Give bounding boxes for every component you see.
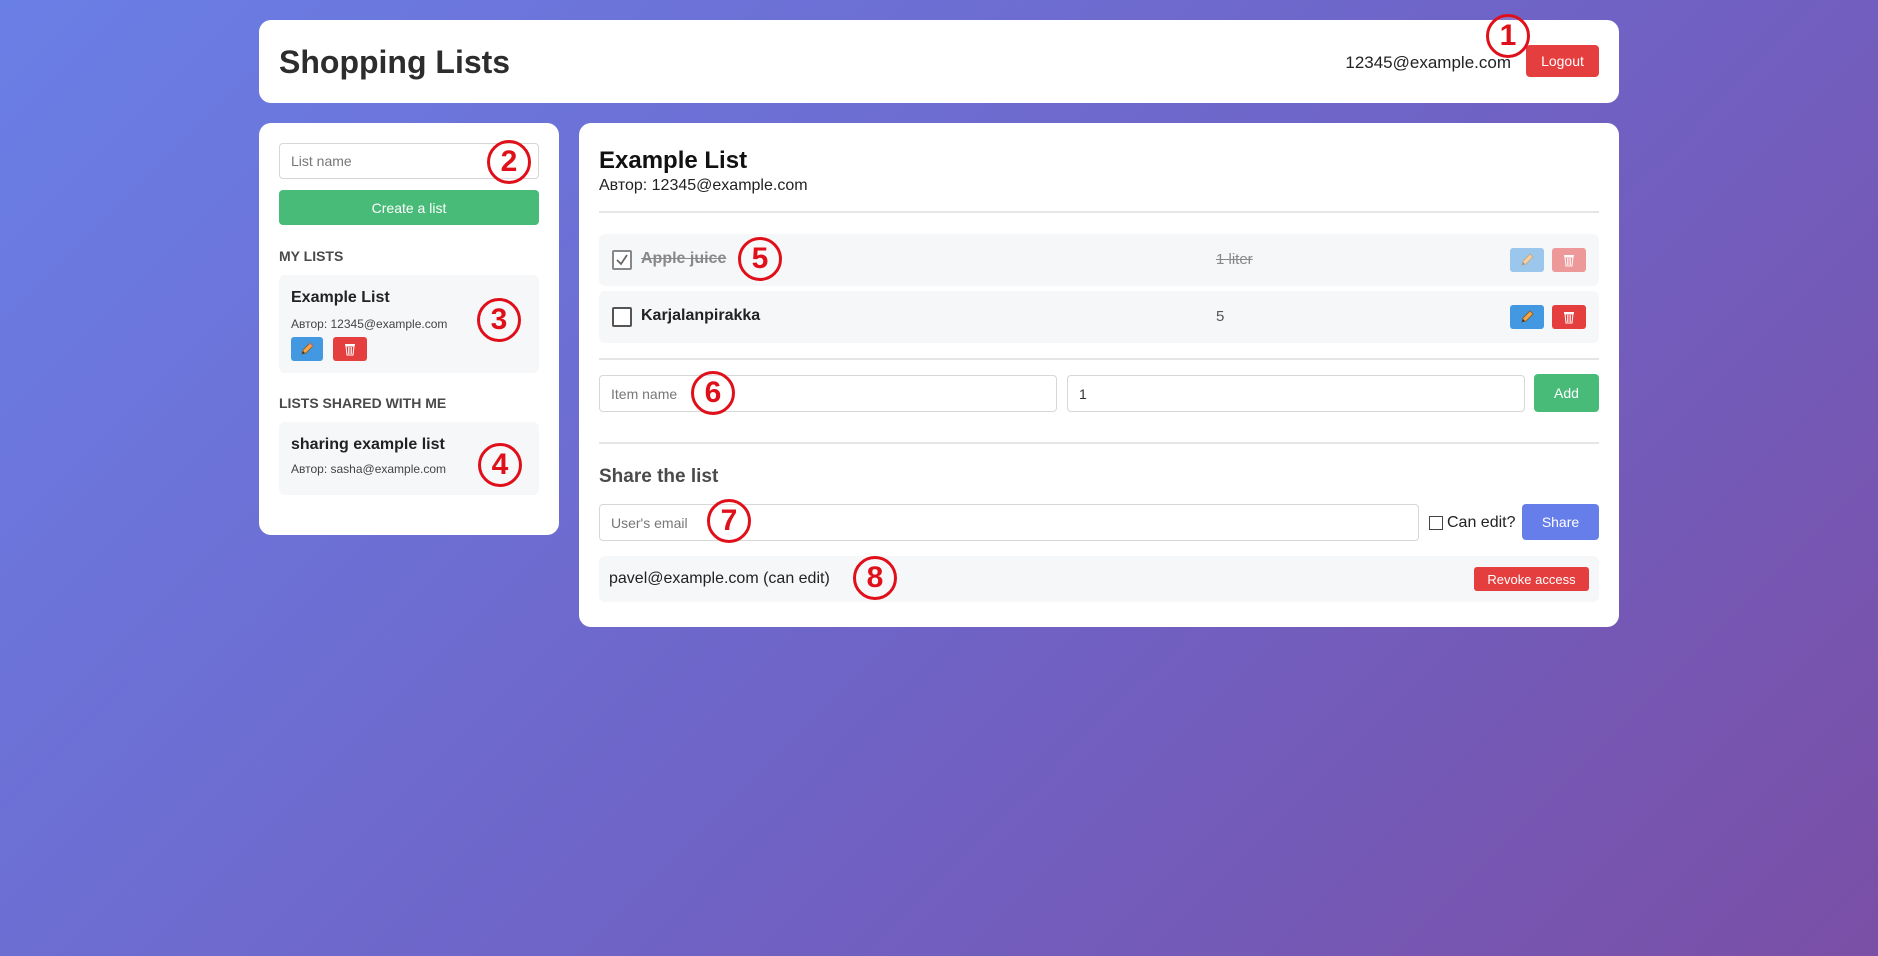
share-button[interactable]: Share (1522, 504, 1599, 540)
shared-lists-heading: LISTS SHARED WITH ME (279, 395, 447, 411)
delete-item-button[interactable] (1552, 248, 1586, 272)
checkmark-icon (616, 254, 628, 266)
delete-list-button[interactable] (333, 337, 367, 361)
item-name: Karjalanpirakka (641, 307, 761, 324)
can-edit-checkbox[interactable] (1429, 516, 1443, 530)
annotation-marker: 1 (1486, 14, 1530, 58)
logout-button[interactable]: Logout (1526, 45, 1599, 77)
list-detail-card: Example List Автор: 12345@example.com Ap… (579, 123, 1619, 627)
trash-icon (1564, 312, 1574, 324)
list-card-name: sharing example list (291, 436, 445, 453)
divider (599, 442, 1599, 444)
annotation-marker: 3 (477, 298, 521, 342)
create-list-button[interactable]: Create a list (279, 190, 539, 225)
item-checkbox[interactable] (612, 307, 632, 327)
edit-item-button[interactable] (1510, 305, 1544, 329)
item-checkbox[interactable] (612, 250, 632, 270)
item-quantity: 1 liter (1216, 251, 1253, 268)
list-card-author: Автор: 12345@example.com (291, 317, 448, 331)
list-author: Автор: 12345@example.com (599, 177, 808, 194)
my-lists-heading: MY LISTS (279, 248, 344, 264)
item-name-input[interactable] (599, 375, 1057, 412)
list-card-author: Автор: sasha@example.com (291, 462, 447, 476)
annotation-marker: 6 (691, 371, 735, 415)
shared-user-text: pavel@example.com (can edit) (609, 570, 830, 587)
app-title: Shopping Lists (279, 44, 511, 80)
item-quantity-input[interactable] (1067, 375, 1525, 412)
trash-icon (1564, 255, 1574, 267)
item-quantity: 5 (1216, 308, 1225, 325)
revoke-access-button[interactable]: Revoke access (1474, 567, 1589, 591)
annotation-marker: 5 (738, 237, 782, 281)
item-row: Karjalanpirakka 5 (599, 291, 1599, 343)
item-name: Apple juice (641, 250, 727, 267)
edit-item-button[interactable] (1510, 248, 1544, 272)
edit-list-button[interactable] (291, 337, 323, 361)
delete-item-button[interactable] (1552, 305, 1586, 329)
share-heading: Share the list (599, 466, 719, 487)
current-user-email: 12345@example.com (1345, 53, 1511, 72)
annotation-marker: 4 (478, 443, 522, 487)
pencil-icon (1521, 253, 1534, 266)
pencil-icon (1521, 310, 1534, 323)
pencil-icon (301, 342, 314, 355)
divider (599, 211, 1599, 213)
annotation-marker: 7 (707, 499, 751, 543)
header-card: Shopping Lists 12345@example.com Logout (259, 20, 1619, 103)
annotation-marker: 8 (853, 556, 897, 600)
trash-icon (345, 344, 355, 356)
shared-user-row: pavel@example.com (can edit) Revoke acce… (599, 556, 1599, 602)
can-edit-label: Can edit? (1447, 514, 1516, 531)
divider (599, 358, 1599, 360)
list-card-name: Example List (291, 289, 390, 306)
add-item-button[interactable]: Add (1534, 374, 1599, 412)
annotation-marker: 2 (487, 140, 531, 184)
list-title: Example List (599, 147, 748, 174)
can-edit-toggle[interactable]: Can edit? (1429, 514, 1516, 532)
